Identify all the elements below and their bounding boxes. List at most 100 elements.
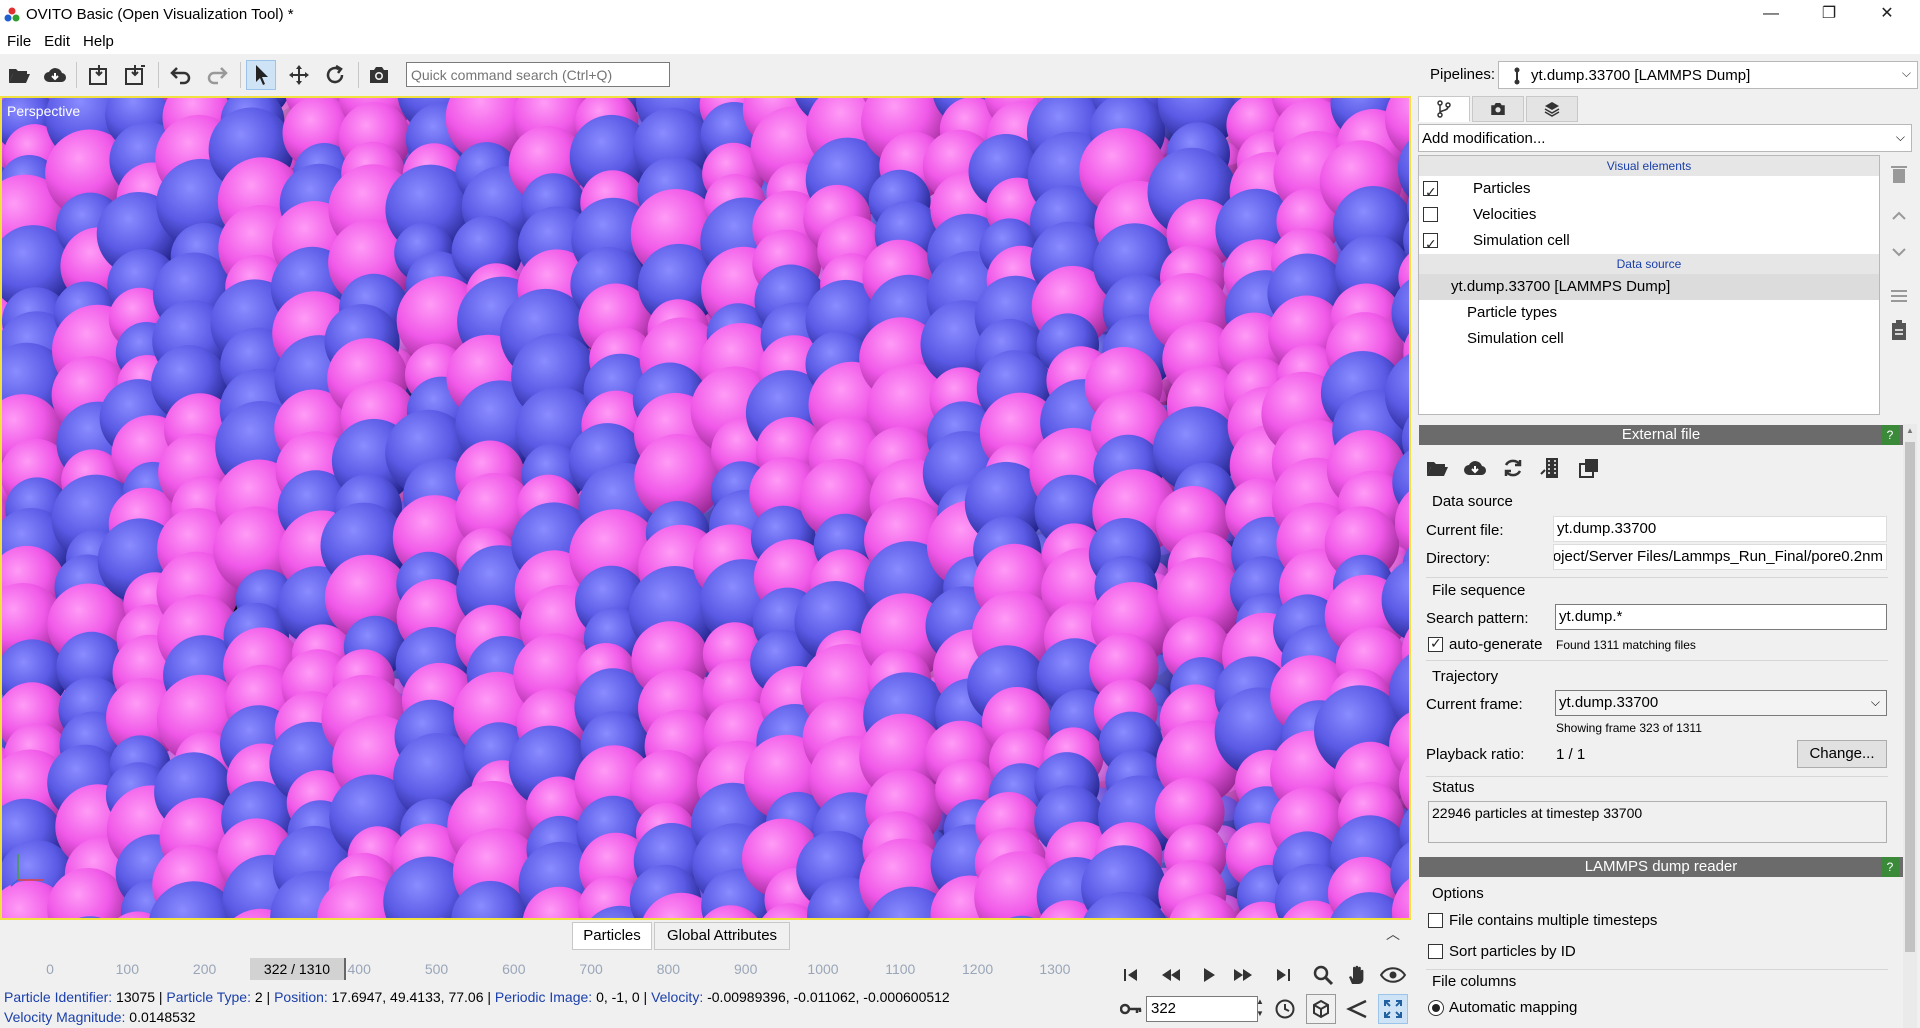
scrollbar-thumb[interactable]	[1905, 442, 1915, 952]
play-icon[interactable]	[1194, 960, 1224, 990]
directory-field[interactable]: Project/Server Files/Lammps_Run_Final/po…	[1553, 544, 1887, 570]
sub-item-particle-types[interactable]: Particle types	[1419, 300, 1879, 326]
viewport-perspective[interactable]: Perspective	[0, 96, 1411, 920]
current-file-field[interactable]: yt.dump.33700	[1553, 516, 1887, 542]
current-frame-select[interactable]: yt.dump.33700 ⌵	[1555, 690, 1887, 716]
simulation-cell-checkbox[interactable]	[1423, 231, 1438, 257]
redo-icon[interactable]	[202, 60, 232, 90]
move-mode-icon[interactable]	[284, 60, 314, 90]
chevron-down-icon: ⌵	[1895, 130, 1905, 144]
open-file-icon[interactable]	[1424, 456, 1450, 480]
tab-global-attributes[interactable]: Global Attributes	[654, 922, 790, 950]
search-pattern-input[interactable]: yt.dump.*	[1555, 604, 1887, 630]
tab-pipeline[interactable]	[1418, 96, 1470, 122]
next-frame-icon[interactable]	[1228, 960, 1258, 990]
options-group: Options	[1432, 885, 1484, 902]
restore-icon[interactable]: ❐	[1806, 0, 1852, 30]
menu-help[interactable]: Help	[76, 30, 120, 50]
menu-edit[interactable]: Edit	[37, 30, 76, 50]
maximize-viewport-icon[interactable]	[1378, 994, 1408, 1024]
auto-generate-checkbox[interactable]	[1428, 635, 1443, 652]
timeline-tick: 500	[424, 961, 449, 977]
external-file-toolbar	[1424, 456, 1602, 480]
auto-generate-label: auto-generate	[1449, 636, 1543, 653]
visual-elements-header: Visual elements	[1419, 156, 1879, 176]
clipboard-icon[interactable]	[1884, 316, 1914, 344]
tab-layers[interactable]	[1526, 96, 1578, 122]
velocities-label: Velocities	[1473, 206, 1537, 223]
save-session-as-icon[interactable]	[120, 60, 150, 90]
move-up-icon[interactable]	[1884, 202, 1914, 230]
multiple-timesteps-checkbox[interactable]	[1428, 913, 1443, 928]
properties-scrollbar[interactable]: ▲	[1903, 424, 1917, 1028]
list-icon[interactable]	[1884, 282, 1914, 310]
previous-frame-icon[interactable]	[1156, 960, 1186, 990]
pick-file-icon[interactable]	[1576, 456, 1602, 480]
open-file-icon[interactable]	[4, 60, 34, 90]
save-session-icon[interactable]	[84, 60, 114, 90]
render-camera-icon[interactable]	[364, 60, 394, 90]
goto-end-icon[interactable]	[1268, 960, 1298, 990]
visual-element-simulation-cell[interactable]: Simulation cell	[1419, 228, 1879, 257]
ptype-value: 2 |	[250, 989, 275, 1005]
scan-trajectory-icon[interactable]	[1538, 456, 1564, 480]
velocities-checkbox[interactable]	[1423, 207, 1438, 222]
undo-icon[interactable]	[166, 60, 196, 90]
visual-element-particles[interactable]: Particles	[1419, 176, 1879, 205]
current-file-label: Current file:	[1426, 522, 1504, 539]
time-slider-handle[interactable]: 322 / 1310	[250, 958, 346, 980]
add-modification-dropdown[interactable]: Add modification... ⌵	[1418, 124, 1912, 152]
load-remote-icon[interactable]	[1462, 456, 1488, 480]
fov-icon[interactable]	[1342, 994, 1372, 1024]
help-button[interactable]: ?	[1881, 857, 1899, 877]
goto-start-icon[interactable]	[1116, 960, 1146, 990]
rotate-mode-icon[interactable]	[320, 60, 350, 90]
data-source-item[interactable]: yt.dump.33700 [LAMMPS Dump]	[1419, 274, 1879, 300]
key-icon[interactable]	[1116, 994, 1146, 1024]
periodic-image-value: 0, -1, 0 |	[592, 989, 652, 1005]
selection-mode-icon[interactable]	[246, 60, 276, 90]
sort-particles-checkbox[interactable]	[1428, 944, 1443, 959]
zoom-icon[interactable]	[1308, 960, 1338, 990]
pipeline-selector[interactable]: yt.dump.33700 [LAMMPS Dump] ⌵	[1498, 61, 1918, 89]
orbit-center-icon[interactable]	[1306, 994, 1336, 1024]
orbit-eye-icon[interactable]	[1378, 960, 1408, 990]
particles-checkbox[interactable]	[1423, 179, 1438, 205]
sort-particles-label: Sort particles by ID	[1449, 943, 1576, 960]
external-file-header: External file	[1419, 425, 1903, 445]
change-button[interactable]: Change...	[1797, 740, 1887, 768]
sub-item-simulation-cell[interactable]: Simulation cell	[1419, 326, 1879, 352]
load-remote-icon[interactable]	[40, 60, 70, 90]
reload-icon[interactable]	[1500, 456, 1526, 480]
search-pattern-label: Search pattern:	[1426, 610, 1529, 627]
visual-element-velocities[interactable]: Velocities	[1419, 202, 1879, 228]
tab-particles[interactable]: Particles	[572, 922, 652, 950]
playback-ratio-value: 1 / 1	[1556, 746, 1586, 763]
pipeline-selected: yt.dump.33700 [LAMMPS Dump]	[1531, 67, 1751, 84]
particle-scene[interactable]	[2, 98, 1409, 918]
command-panel-tabs	[1418, 96, 1578, 122]
spinner-arrows-icon[interactable]: ▲ ▼	[1256, 996, 1264, 1020]
minimize-icon[interactable]: —	[1748, 0, 1794, 30]
quick-command-search-input[interactable]	[406, 62, 670, 87]
pan-hand-icon[interactable]	[1342, 960, 1372, 990]
delete-icon[interactable]	[1884, 160, 1914, 188]
collapse-inspector-icon[interactable]: ︿	[1386, 924, 1400, 944]
periodic-image-key: Periodic Image:	[494, 989, 593, 1005]
help-button[interactable]: ?	[1881, 425, 1899, 445]
showing-frame-text: Showing frame 323 of 1311	[1556, 721, 1702, 735]
viewport-caption[interactable]: Perspective	[7, 103, 80, 119]
current-frame-spinner[interactable]: 322	[1146, 996, 1258, 1022]
pipeline-editor-list[interactable]: Visual elements Particles Velocities Sim…	[1418, 155, 1880, 415]
found-files-text: Found 1311 matching files	[1556, 638, 1696, 652]
tab-render[interactable]	[1472, 96, 1524, 122]
scroll-up-icon[interactable]: ▲	[1906, 426, 1914, 435]
move-down-icon[interactable]	[1884, 238, 1914, 266]
frame-value: 322	[1151, 1000, 1177, 1017]
timeline-tick: 1100	[885, 961, 916, 977]
animation-timeline[interactable]: 0100200300400500600700800900100011001200…	[0, 955, 1110, 981]
close-icon[interactable]: ✕	[1864, 0, 1910, 30]
automatic-mapping-radio[interactable]	[1428, 1000, 1444, 1016]
clock-icon[interactable]	[1270, 994, 1300, 1024]
menu-file[interactable]: File	[0, 30, 37, 50]
